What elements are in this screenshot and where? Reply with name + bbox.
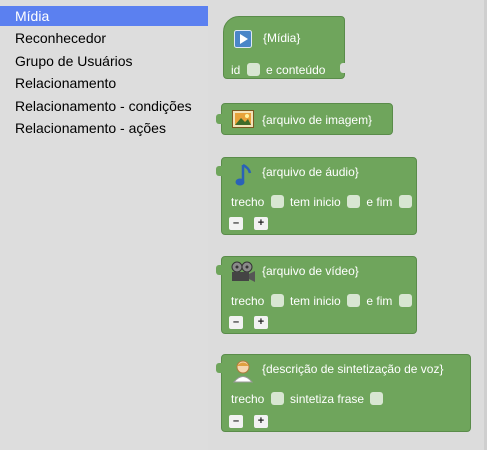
midia-input-notch [340,63,346,73]
image-file-block[interactable]: {arquivo de imagem} [216,103,393,135]
video-title: {arquivo de vídeo} [262,263,359,278]
video-end-label: e fim [366,293,393,308]
category-relacionamento[interactable]: Relacionamento [0,73,208,93]
audio-start-label: tem inicio [290,194,341,209]
audio-output-notch [216,166,223,176]
midia-content-label: e conteúdo [266,62,326,77]
video-end-slot[interactable] [398,294,412,308]
image-output-notch [216,114,223,124]
audio-trecho-slot[interactable] [270,195,284,209]
audio-file-block[interactable]: {arquivo de áudio} trecho tem inicio e f… [216,157,417,235]
image-title: {arquivo de imagem} [262,112,373,127]
video-output-notch [216,265,223,275]
speech-output-notch [216,363,223,373]
speech-plus-button[interactable]: + [254,415,268,428]
video-trecho-label: trecho [231,293,265,308]
speech-trecho-slot[interactable] [270,392,284,406]
speech-synth-slot[interactable] [370,392,384,406]
category-reconhecedor[interactable]: Reconhecedor [0,28,208,48]
video-start-label: tem inicio [290,293,341,308]
toolbox: Mídia Reconhecedor Grupo de Usuários Rel… [0,0,208,450]
video-plus-button[interactable]: + [254,316,268,329]
category-relacionamento-acoes[interactable]: Relacionamento - ações [0,118,208,138]
speaker-person-icon [232,359,254,386]
audio-start-slot[interactable] [347,195,361,209]
speech-minus-button[interactable]: – [229,415,243,428]
music-note-icon [235,163,253,190]
video-trecho-slot[interactable] [270,294,284,308]
speech-trecho-label: trecho [231,391,265,406]
picture-icon [232,110,254,131]
midia-block[interactable]: {Mídia} id e conteúdo [223,16,346,79]
category-midia[interactable]: Mídia [0,6,208,26]
midia-id-slot[interactable] [246,63,260,77]
speech-title: {descrição de sintetização de voz} [262,361,444,376]
audio-title: {arquivo de áudio} [262,164,359,179]
film-reel-icon [230,261,256,286]
category-relacionamento-condicoes[interactable]: Relacionamento - condições [0,96,208,116]
speech-synthesis-block[interactable]: {descrição de sintetização de voz} trech… [216,354,471,432]
audio-minus-button[interactable]: – [229,217,243,230]
video-file-block[interactable]: {arquivo de vídeo} trecho tem inicio e f… [216,256,417,334]
video-minus-button[interactable]: – [229,316,243,329]
video-start-slot[interactable] [347,294,361,308]
midia-title: {Mídia} [263,30,301,45]
audio-trecho-label: trecho [231,194,265,209]
category-grupo-de-usuarios[interactable]: Grupo de Usuários [0,51,208,71]
speech-synth-label: sintetiza frase [290,391,365,406]
audio-end-label: e fim [366,194,393,209]
play-icon [234,30,252,51]
audio-end-slot[interactable] [398,195,412,209]
audio-plus-button[interactable]: + [254,217,268,230]
midia-id-label: id [231,62,241,77]
